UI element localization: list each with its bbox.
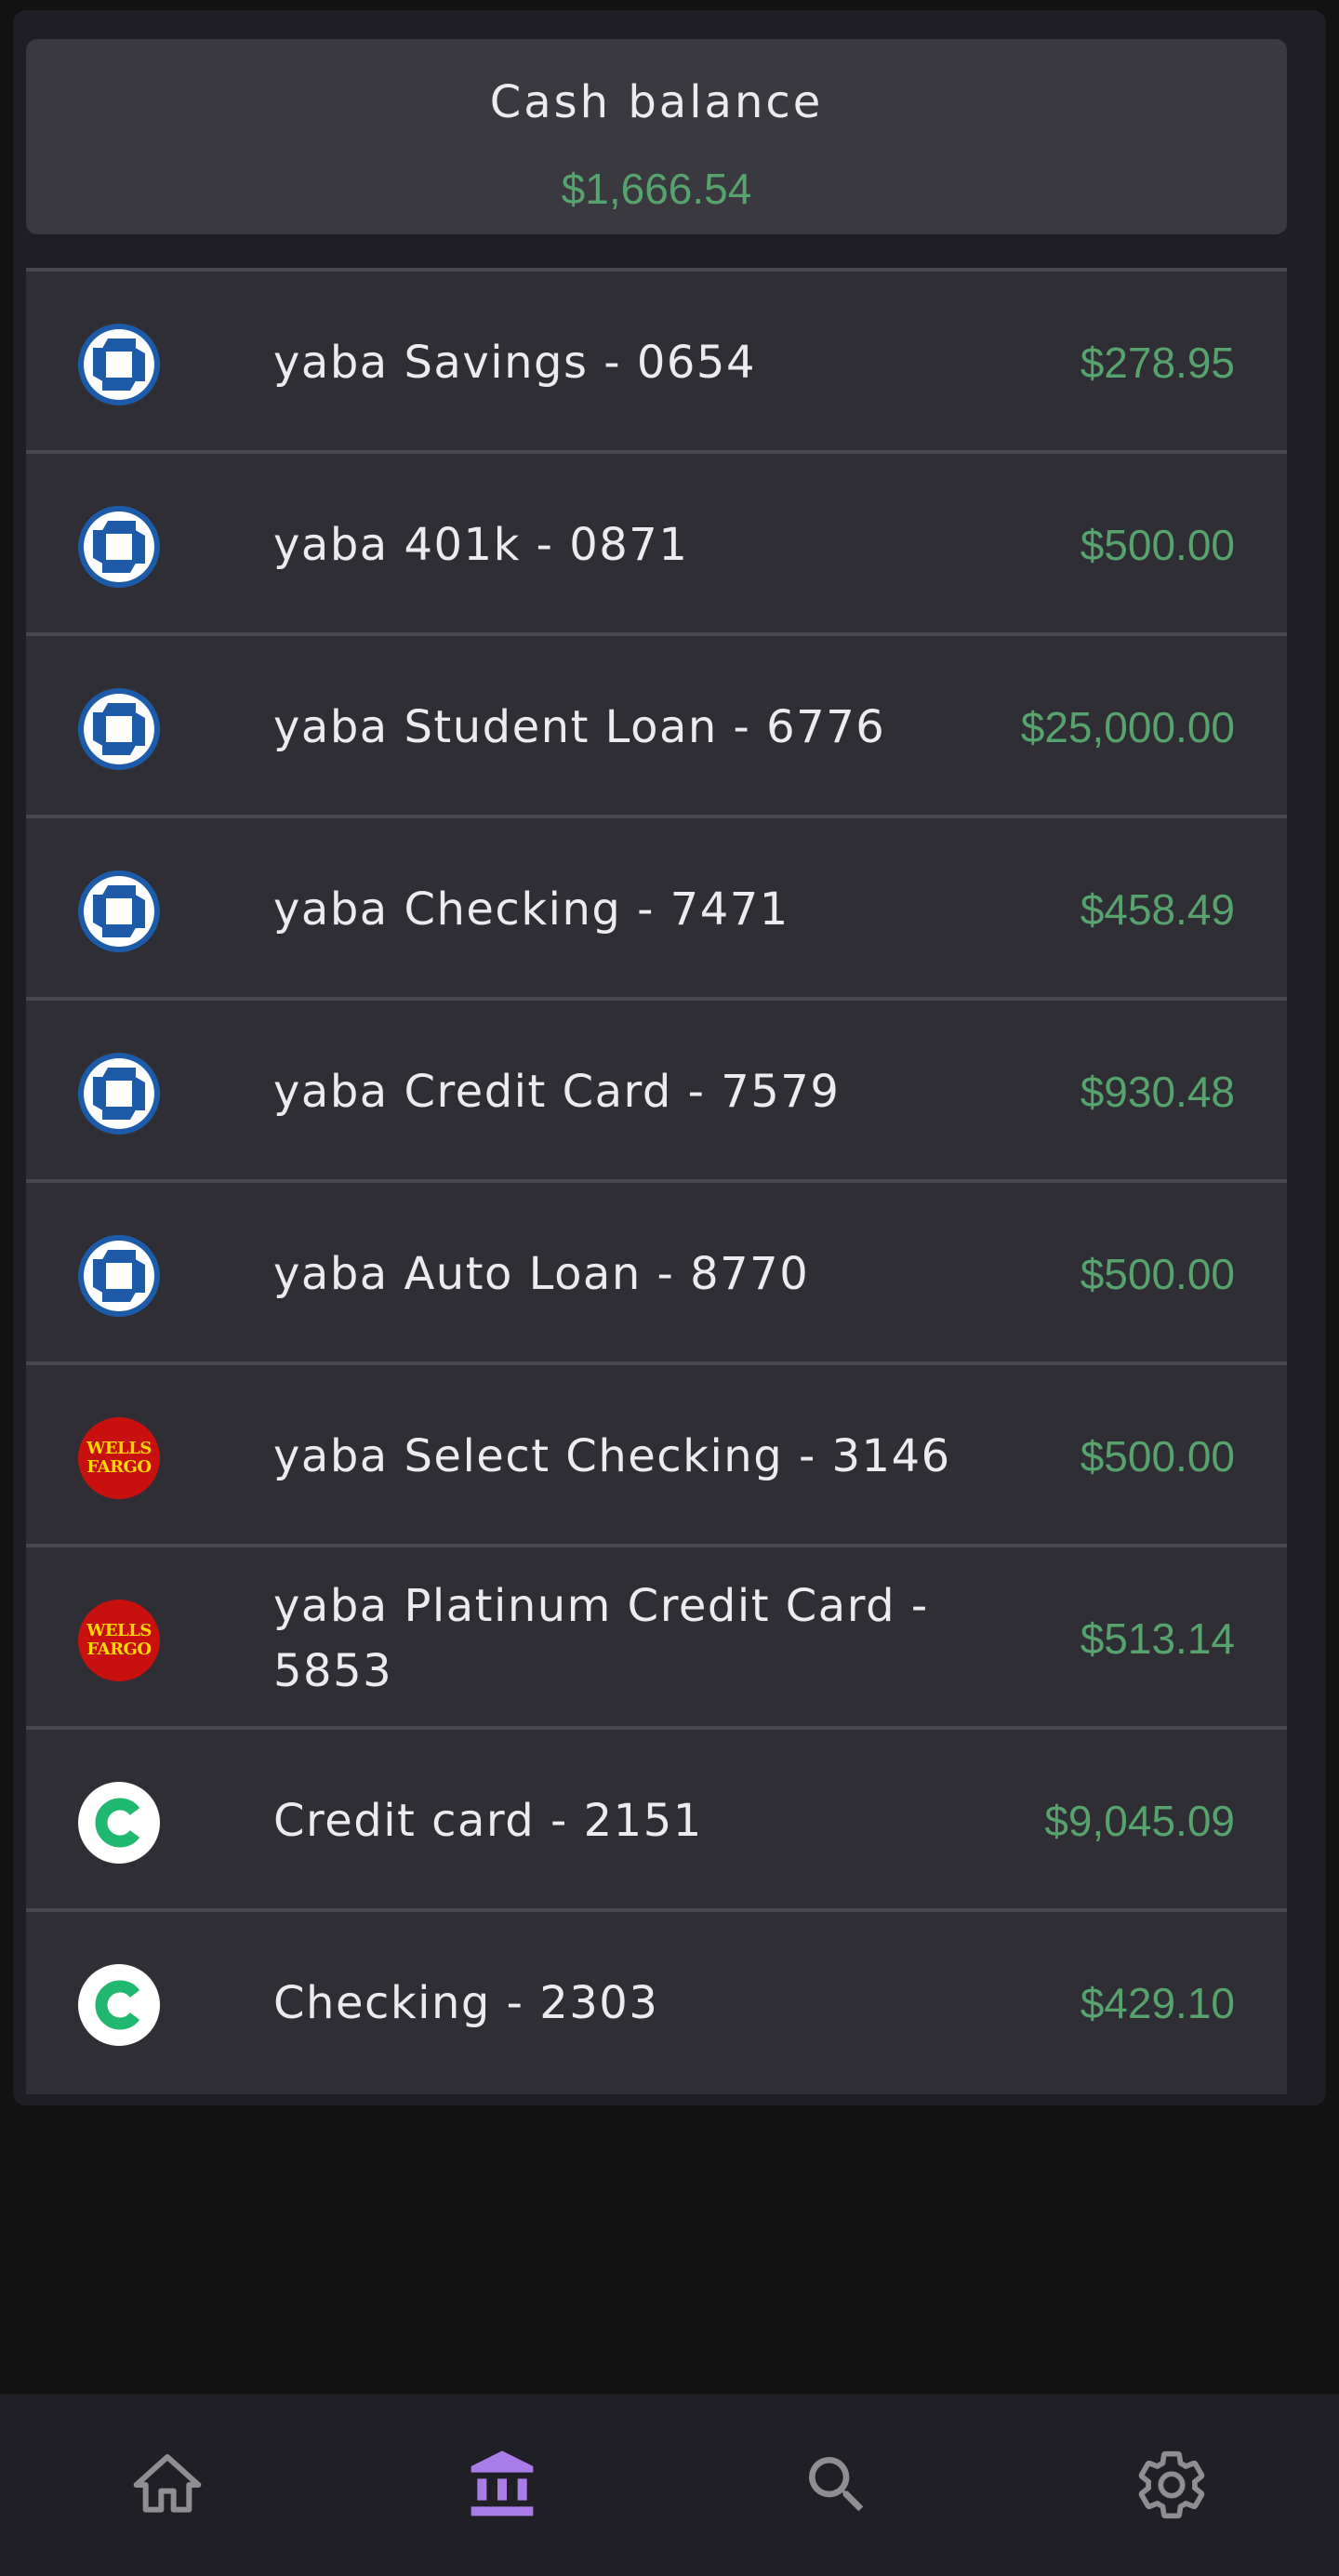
account-row[interactable]: Credit card - 2151 $9,045.09 <box>26 1730 1287 1912</box>
chase-logo-icon <box>78 506 160 588</box>
account-row[interactable]: yaba Auto Loan - 8770 $500.00 <box>26 1183 1287 1365</box>
account-balance: $25,000.00 <box>1020 703 1235 751</box>
account-name: yaba Student Loan - 6776 <box>273 701 886 753</box>
account-name: yaba Select Checking - 3146 <box>273 1430 951 1482</box>
account-name: yaba Platinum Credit Card - 5853 <box>273 1580 929 1697</box>
account-row[interactable]: WELLS FARGO yaba Platinum Credit Card - 5… <box>26 1547 1287 1730</box>
account-row[interactable]: WELLS FARGO yaba Select Checking - 3146 $… <box>26 1365 1287 1547</box>
account-name: yaba Auto Loan - 8770 <box>273 1248 810 1300</box>
account-row[interactable]: yaba Savings - 0654 $278.95 <box>26 272 1287 454</box>
chase-logo-icon <box>78 1053 160 1135</box>
cash-balance-title: Cash balance <box>489 76 824 128</box>
settings-gear-icon <box>1138 2450 1205 2519</box>
account-row[interactable]: yaba Student Loan - 6776 $25,000.00 <box>26 636 1287 818</box>
search-icon <box>809 2457 864 2512</box>
account-balance: $500.00 <box>1080 521 1235 569</box>
chase-logo-icon <box>78 1235 160 1317</box>
chase-logo-icon <box>78 688 160 770</box>
account-row[interactable]: Checking - 2303 $429.10 <box>26 1912 1287 2094</box>
c-logo-icon <box>78 1782 160 1864</box>
c-logo-icon <box>78 1964 160 2046</box>
wells-fargo-logo-icon: WELLS FARGO <box>78 1600 160 1681</box>
account-row[interactable]: yaba Checking - 7471 $458.49 <box>26 818 1287 1001</box>
account-name: Checking - 2303 <box>273 1977 659 2029</box>
wells-fargo-logo-icon: WELLS FARGO <box>78 1417 160 1499</box>
nav-home-button[interactable] <box>130 2448 205 2522</box>
cash-balance-value: $1,666.54 <box>561 165 752 213</box>
account-name: yaba Savings - 0654 <box>273 337 756 389</box>
nav-settings-button[interactable] <box>1134 2448 1209 2522</box>
account-name: yaba Credit Card - 7579 <box>273 1066 841 1118</box>
account-balance: $500.00 <box>1080 1250 1235 1298</box>
account-balance: $9,045.09 <box>1044 1797 1235 1845</box>
bottom-navigation <box>0 2394 1339 2576</box>
account-balance: $278.95 <box>1080 339 1235 387</box>
account-name: yaba Checking - 7471 <box>273 883 789 936</box>
account-balance: $930.48 <box>1080 1068 1235 1116</box>
home-icon <box>133 2454 202 2513</box>
chase-logo-icon <box>78 870 160 952</box>
nav-accounts-button[interactable] <box>465 2448 539 2522</box>
cash-balance-card: Cash balance $1,666.54 <box>26 39 1287 234</box>
account-row[interactable]: yaba Credit Card - 7579 $930.48 <box>26 1001 1287 1183</box>
account-row[interactable]: yaba 401k - 0871 $500.00 <box>26 454 1287 636</box>
account-balance: $429.10 <box>1080 1979 1235 2027</box>
account-balance: $500.00 <box>1080 1432 1235 1481</box>
bank-icon <box>471 2450 534 2516</box>
account-balance: $513.14 <box>1080 1614 1235 1663</box>
account-balance: $458.49 <box>1080 885 1235 934</box>
account-name: yaba 401k - 0871 <box>273 519 689 571</box>
chase-logo-icon <box>78 324 160 405</box>
nav-search-button[interactable] <box>800 2448 874 2522</box>
account-list: yaba Savings - 0654 $278.95 yaba 401k - … <box>26 268 1287 2094</box>
account-name: Credit card - 2151 <box>273 1795 703 1847</box>
